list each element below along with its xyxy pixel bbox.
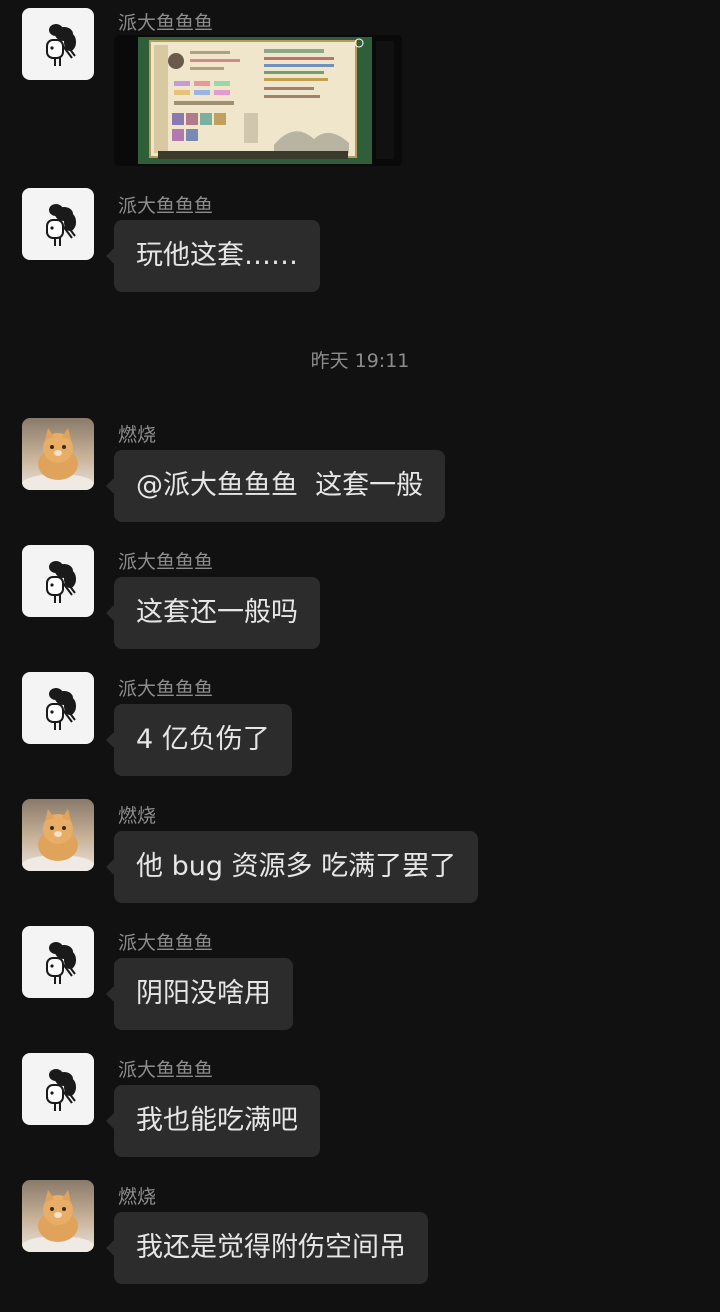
fish-avatar-icon [46,561,76,603]
sender-name: 派大鱼鱼鱼 [118,678,214,700]
fish-avatar[interactable] [22,926,94,998]
timestamp: 昨天 19:11 [310,350,410,372]
fish-avatar-icon [46,942,76,984]
sender-name: 派大鱼鱼鱼 [118,12,214,34]
sender-name: 派大鱼鱼鱼 [118,932,214,954]
cat-avatar-icon [22,1190,94,1252]
message-bubble[interactable]: 阴阳没啥用 [106,958,293,1030]
message-bubble[interactable]: 他 bug 资源多 吃满了罢了 [105,831,479,903]
image-message[interactable] [114,35,402,166]
sender-name: 燃烧 [118,805,157,827]
cat-avatar-icon [22,428,94,490]
fish-avatar-icon [46,688,76,730]
fish-avatar-icon [46,1069,76,1111]
sender-name: 燃烧 [118,424,157,446]
sender-name: 派大鱼鱼鱼 [118,1059,214,1081]
fish-avatar-icon [46,204,76,246]
message-bubble[interactable]: 我还是觉得附伤空间吊 [106,1212,428,1284]
cat-avatar[interactable] [22,418,94,490]
game-screenshot-image [114,35,402,166]
fish-avatar[interactable] [22,1053,94,1125]
sender-name: 燃烧 [118,1186,157,1208]
fish-avatar-icon [46,24,76,66]
cat-avatar-icon [22,809,94,871]
fish-avatar[interactable] [22,672,94,744]
sender-name: 派大鱼鱼鱼 [118,195,214,217]
fish-avatar[interactable] [22,188,94,260]
message-bubble[interactable]: 玩他这套…… [106,220,320,292]
message-bubble[interactable]: 4 亿负伤了 [106,704,292,776]
fish-avatar[interactable] [22,545,94,617]
fish-avatar[interactable] [22,8,94,80]
message-bubble[interactable]: @派大鱼鱼鱼 这套一般 [105,450,446,522]
cat-avatar[interactable] [22,1180,94,1252]
cat-avatar[interactable] [22,799,94,871]
sender-name: 派大鱼鱼鱼 [118,551,214,573]
message-bubble[interactable]: 这套还一般吗 [106,577,320,649]
message-bubble[interactable]: 我也能吃满吧 [106,1085,320,1157]
